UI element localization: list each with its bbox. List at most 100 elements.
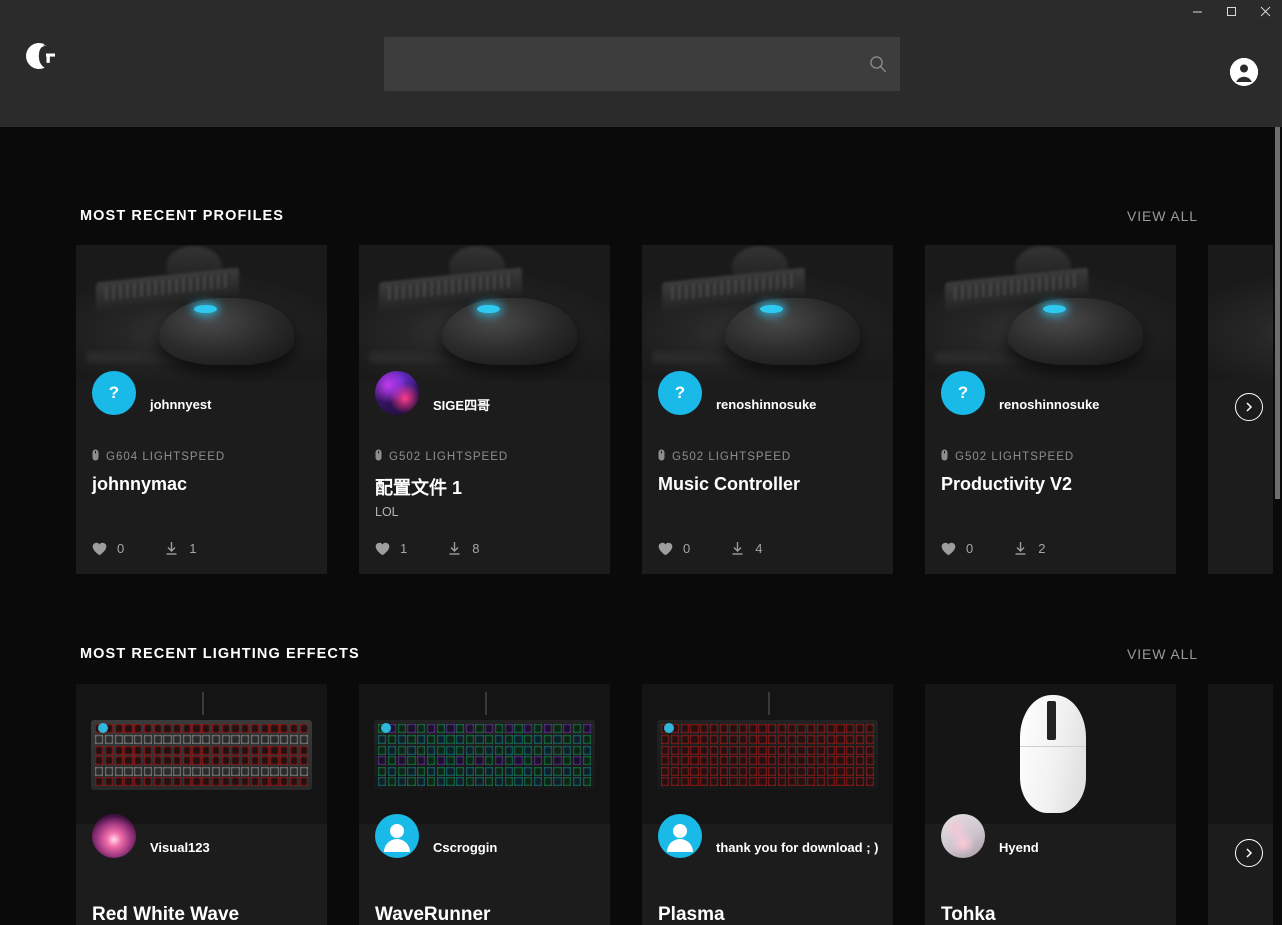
keyboard-key — [582, 724, 591, 734]
keyboard-key — [134, 756, 143, 766]
keyboard-key — [690, 734, 699, 745]
profile-card[interactable]: ? johnnyest G604 LIGHTSPEED johnnymac 0 … — [76, 245, 327, 574]
keyboard-key — [670, 745, 680, 755]
author-avatar[interactable] — [658, 814, 702, 858]
effects-next-button[interactable] — [1235, 839, 1263, 867]
keyboard-cable — [484, 692, 487, 715]
keyboard-key — [709, 766, 718, 776]
effect-card-partial[interactable] — [1208, 684, 1282, 925]
keyboard-key — [700, 756, 709, 766]
author-avatar[interactable] — [375, 814, 419, 858]
keyboard-key — [719, 724, 728, 734]
logitech-g-logo-icon[interactable] — [24, 38, 60, 74]
keyboard-key — [748, 777, 757, 787]
likes-stat[interactable]: 0 — [658, 541, 690, 556]
keyboard-key — [504, 756, 513, 766]
keyboard-key — [572, 777, 582, 787]
maximize-button[interactable] — [1214, 0, 1248, 22]
downloads-stat[interactable]: 1 — [164, 541, 196, 556]
keyboard-key — [426, 745, 435, 755]
likes-stat[interactable]: 1 — [375, 541, 407, 556]
keyboard-key — [250, 745, 260, 755]
keyboard-key — [182, 745, 191, 755]
keyboard-key — [777, 734, 787, 745]
downloads-stat[interactable]: 8 — [447, 541, 479, 556]
search-icon[interactable] — [856, 54, 900, 74]
keyboard-key — [104, 734, 114, 745]
effect-card[interactable]: Cscroggin WaveRunner — [359, 684, 610, 925]
account-avatar-icon[interactable] — [1230, 58, 1258, 86]
download-icon — [166, 542, 177, 555]
likes-stat[interactable]: 0 — [92, 541, 124, 556]
keyboard-key — [114, 756, 123, 766]
effects-card-list: Visual123 Red White Wave My first lighti… — [0, 684, 1282, 925]
search-input[interactable] — [384, 37, 856, 91]
keyboard-key — [241, 745, 250, 755]
author-avatar[interactable] — [375, 371, 419, 415]
page-scrollbar[interactable] — [1273, 127, 1282, 925]
keyboard-key — [387, 766, 397, 776]
keyboard-key — [816, 734, 826, 745]
keyboard-key — [104, 745, 114, 755]
keyboard-key — [563, 766, 572, 776]
keyboard-logo-icon — [663, 723, 674, 734]
keyboard-key — [865, 777, 874, 787]
keyboard-key — [397, 766, 406, 776]
card-body: G502 LIGHTSPEED 配置文件 1 LOL — [359, 449, 610, 519]
mouse-led-glow — [193, 304, 217, 313]
author-row: Cscroggin — [359, 814, 610, 870]
keyboard-key — [807, 777, 816, 787]
author-avatar[interactable]: ? — [658, 371, 702, 415]
keyboard-key — [807, 756, 816, 766]
profile-card[interactable]: SIGE四哥 G502 LIGHTSPEED 配置文件 1 LOL 1 8 — [359, 245, 610, 574]
profile-card[interactable]: ? renoshinnosuke G502 LIGHTSPEED Product… — [925, 245, 1176, 574]
keyboard-key — [777, 777, 787, 787]
effect-card[interactable]: Hyend Tohka My frist efect — [925, 684, 1176, 925]
likes-stat[interactable]: 0 — [941, 541, 973, 556]
keyboard-key — [709, 724, 718, 734]
keyboard-key — [289, 756, 299, 766]
keyboard-key — [465, 745, 474, 755]
keyboard-key — [553, 777, 562, 787]
keyboard-key — [846, 734, 855, 745]
keyboard-key — [378, 745, 387, 755]
keyboard-key — [504, 734, 513, 745]
author-avatar[interactable] — [92, 814, 136, 858]
keyboard-key — [524, 766, 533, 776]
keyboard-key — [299, 756, 308, 766]
keyboard-key — [192, 734, 201, 745]
profiles-next-button[interactable] — [1235, 393, 1263, 421]
minimize-button[interactable] — [1180, 0, 1214, 22]
keyboard-key — [485, 756, 494, 766]
effect-card[interactable]: Visual123 Red White Wave My first lighti… — [76, 684, 327, 925]
keyboard-key — [182, 766, 191, 776]
author-avatar[interactable] — [941, 814, 985, 858]
keyboard-key — [572, 756, 582, 766]
author-avatar[interactable]: ? — [941, 371, 985, 415]
author-avatar[interactable]: ? — [92, 371, 136, 415]
view-all-profiles-link[interactable]: VIEW ALL — [1127, 208, 1198, 224]
device-label: G502 LIGHTSPEED — [658, 449, 877, 464]
keyboard-key — [192, 745, 201, 755]
keyboard-key — [250, 724, 260, 734]
keyboard-key — [719, 734, 728, 745]
keyboard-key — [143, 745, 152, 755]
keyboard-key — [417, 756, 426, 766]
scrollbar-thumb[interactable] — [1275, 127, 1280, 499]
search-bar[interactable] — [384, 37, 900, 91]
downloads-stat[interactable]: 4 — [730, 541, 762, 556]
mouse-icon — [658, 449, 665, 464]
keyboard-row — [378, 745, 591, 755]
keyboard-key — [494, 734, 504, 745]
keyboard-key — [417, 724, 426, 734]
profile-card[interactable]: ? renoshinnosuke G502 LIGHTSPEED Music C… — [642, 245, 893, 574]
keyboard-key — [787, 724, 796, 734]
keyboard-key — [582, 777, 591, 787]
view-all-effects-link[interactable]: VIEW ALL — [1127, 646, 1198, 662]
keyboard-key — [797, 756, 806, 766]
close-button[interactable] — [1248, 0, 1282, 22]
keyboard-key — [563, 777, 572, 787]
effect-card[interactable]: thank you for download ; ) Plasma — [642, 684, 893, 925]
keyboard-key — [553, 745, 562, 755]
downloads-stat[interactable]: 2 — [1013, 541, 1045, 556]
